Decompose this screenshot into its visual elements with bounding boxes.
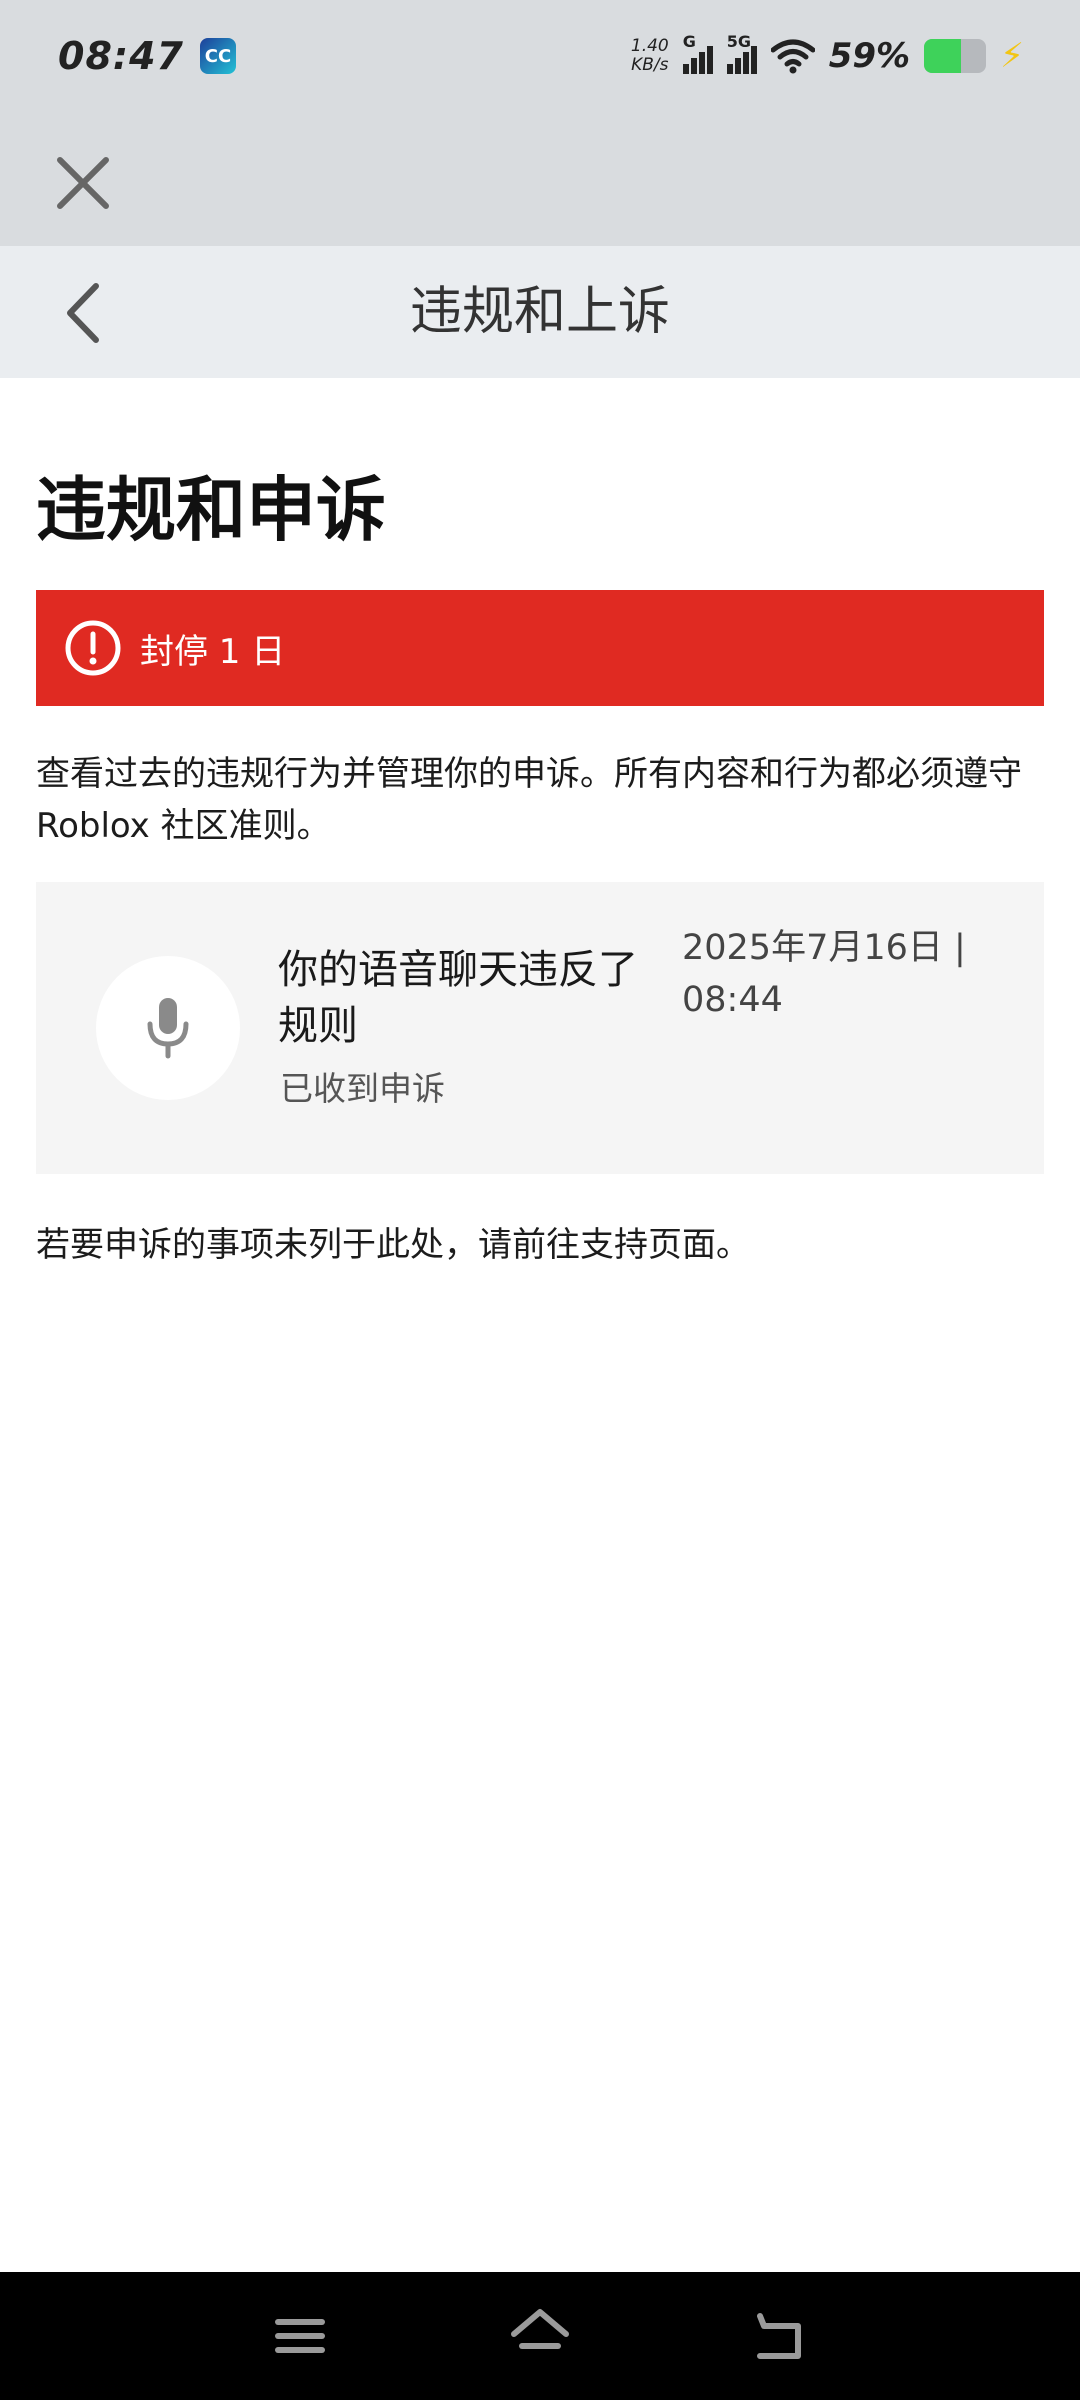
battery-icon [924,39,987,73]
description-text: 查看过去的违规行为并管理你的申诉。所有内容和行为都必须遵守 Roblox 社区准… [36,754,1022,846]
ban-alert-banner: 封停 1 日 [36,590,1044,706]
signal-icon: G [682,32,713,74]
main-content: 违规和申诉 封停 1 日 查看过去的违规行为并管理你的申诉。所有内容和行为都必须… [36,378,1044,1270]
violation-date: 2025年7月16日 | 08:44 [682,928,966,1020]
signal-label-g: G [682,32,696,51]
exclamation-circle-icon [65,620,121,676]
wifi-icon [770,39,815,74]
status-bar: 08:47 CC 1.40 KB/s G 5G 59% ⚡ [0,0,1080,112]
violation-card[interactable]: 你的语音聊天违反了规则 已收到申诉 2025年7月16日 | 08:44 [36,882,1044,1174]
network-speed: 1.40 KB/s [631,37,669,75]
page-title: 违规和申诉 [36,469,386,551]
ban-alert-text: 封停 1 日 [140,631,286,672]
battery-fill [924,39,961,73]
header-title: 违规和上诉 [409,282,670,342]
back-arrow-icon[interactable] [746,2302,814,2370]
notification-app-icon: CC [199,38,236,74]
microphone-icon [147,998,189,1059]
webview-close-bar [0,112,1080,246]
signal-5g-icon: 5G [726,32,757,74]
status-time: 08:47 [58,34,184,78]
charging-icon: ⚡ [1000,36,1024,76]
system-nav-bar [0,2272,1080,2400]
support-note: 若要申诉的事项未列于此处，请前往支持页面。 [36,1225,750,1265]
menu-icon[interactable] [266,2302,334,2370]
violation-icon-container [96,956,240,1100]
violation-title: 你的语音聊天违反了规则 [278,947,638,1049]
signal-label-5g: 5G [726,32,751,51]
home-icon[interactable] [506,2302,574,2370]
page-header: 违规和上诉 [0,246,1080,378]
network-speed-value: 1.40 [630,36,669,56]
close-icon[interactable] [50,150,116,216]
network-speed-unit: KB/s [631,55,669,75]
battery-percent: 59% [828,36,911,76]
appeal-status: 已收到申诉 [280,1069,445,1108]
